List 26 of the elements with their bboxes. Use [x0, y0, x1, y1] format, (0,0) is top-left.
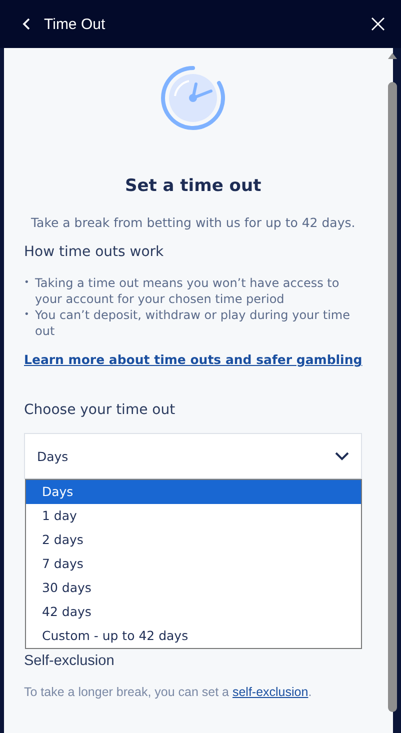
bullet-marker: •: [24, 277, 30, 290]
scroll-up-icon[interactable]: [388, 53, 398, 59]
window-title: Time Out: [44, 16, 106, 32]
scrollbar-thumb[interactable]: [388, 82, 398, 712]
self-exclusion-link[interactable]: self-exclusion: [232, 685, 308, 699]
learn-more-link[interactable]: Learn more about time outs and safer gambling: [24, 352, 362, 367]
dropdown-option[interactable]: 1 day: [26, 504, 362, 528]
field-label: Choose your time out: [24, 402, 176, 418]
close-button[interactable]: [371, 17, 385, 31]
bullet-text: Taking a time out means you won’t have access to your account for your chosen time period: [35, 275, 340, 307]
section-title: Set a time out: [124, 176, 262, 196]
dropdown-option[interactable]: Days: [26, 480, 362, 504]
dropdown-option[interactable]: 30 days: [26, 576, 362, 600]
time-out-select[interactable]: Days: [24, 433, 362, 479]
dropdown-option[interactable]: Custom - up to 42 days: [26, 624, 362, 648]
chevron-icon: [335, 452, 350, 460]
section-heading: Self-exclusion: [24, 653, 116, 669]
bullet-text: You can’t deposit, withdraw or play during your time out: [35, 307, 352, 339]
dropdown-option[interactable]: 42 days: [26, 600, 362, 624]
dropdown-option[interactable]: 7 days: [26, 552, 362, 576]
intro-text: Take a break from betting with us for up to 42 days.: [30, 215, 356, 230]
stopwatch-icon: [161, 66, 226, 130]
bullet-marker: •: [24, 309, 30, 322]
section-heading: How time outs work: [24, 244, 165, 260]
dropdown-option[interactable]: 2 days: [26, 528, 362, 552]
self-exclusion-text: To take a longer break, you can set a self-exclusion.: [24, 685, 313, 699]
